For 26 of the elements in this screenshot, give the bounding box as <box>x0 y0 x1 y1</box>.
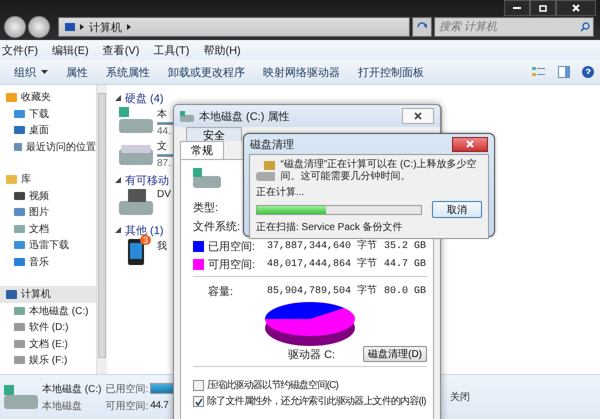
field-label: 容量: <box>208 284 234 299</box>
status-text: 正在计算... <box>256 186 304 199</box>
dialog-title: 磁盘清理 <box>250 138 294 152</box>
field-value: 44.7 <box>150 400 168 411</box>
field-label: 可用空间: <box>105 400 148 412</box>
size-value: 80.0 GB <box>384 285 428 298</box>
size-value: 44.7 GB <box>384 258 428 271</box>
drive-type: 本地磁盘 <box>42 400 83 412</box>
drive-name: 本地磁盘 (C:) <box>42 382 102 396</box>
byte-count: 48,017,444,864 字节 <box>267 258 378 271</box>
message-text: “磁盘清理”正在计算可以在 (C:)上释放多少空间。这可能需要几分钟时间。 <box>280 159 478 183</box>
notification-badge: 3 <box>140 235 151 245</box>
scanning-text: 正在扫描: Service Pack 备份文件 <box>256 220 403 234</box>
field-label: 类型: <box>193 201 218 215</box>
size-value: 35.2 GB <box>384 240 428 253</box>
drive-size: 44. <box>157 126 171 137</box>
field-label: 可用空间: <box>208 258 256 272</box>
field-label: 已用空间: <box>105 382 148 396</box>
byte-count: 37,887,344,640 字节 <box>267 240 378 253</box>
drive-label: 驱动器 C: <box>288 348 336 362</box>
drive-size: 87. <box>157 158 171 169</box>
field-label: 文件系统: <box>193 220 240 234</box>
byte-count: 85,904,789,504 字节 <box>267 285 378 298</box>
status-value: 关闭 <box>450 390 470 404</box>
dialog-title: 本地磁盘 (C:) 属性 <box>199 110 290 124</box>
field-label: 已用空间: <box>208 240 256 254</box>
